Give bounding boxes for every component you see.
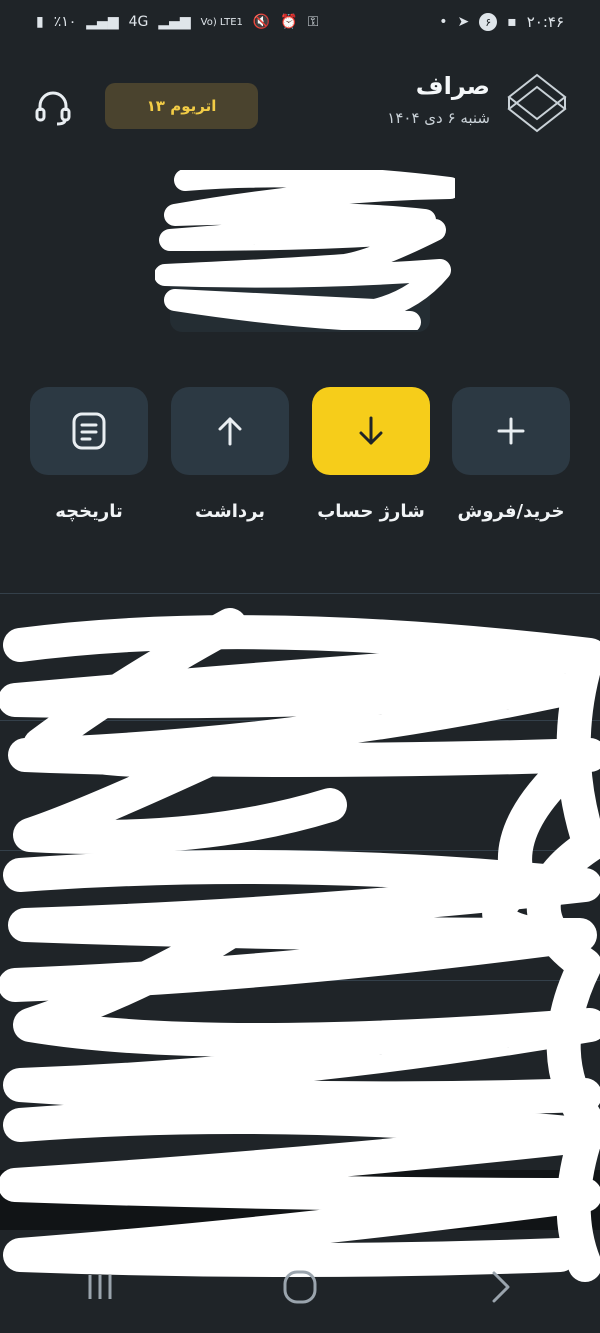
status-bar: ▮ ٪۱۰ ▂▄▆ 4G ▂▄▆ Vo) LTE1 🔇 ⏰ ⚿ • ➤ ۶ ▪ …	[0, 0, 600, 44]
deposit-tile[interactable]	[312, 387, 430, 475]
recent-apps-icon[interactable]	[70, 1257, 130, 1317]
status-left: ▮ ٪۱۰ ▂▄▆ 4G ▂▄▆ Vo) LTE1 🔇 ⏰ ⚿	[36, 14, 318, 30]
system-nav-bar	[0, 1240, 600, 1333]
message-icon: ▪	[507, 14, 517, 30]
support-headset-icon[interactable]	[30, 84, 76, 130]
plus-icon	[497, 417, 525, 445]
buy-sell-button[interactable]: خرید/فروش	[452, 387, 570, 537]
buy-sell-tile[interactable]	[452, 387, 570, 475]
key-icon: ⚿	[307, 14, 319, 30]
section-divider	[0, 593, 600, 594]
brand-logo-icon	[506, 72, 568, 134]
history-tile[interactable]	[30, 387, 148, 475]
brand-name: صراف	[415, 72, 490, 100]
header-date: شنبه ۶ دی ۱۴۰۴	[387, 109, 490, 127]
deposit-button[interactable]: شارژ حساب	[312, 387, 430, 537]
withdraw-label: برداشت	[194, 501, 266, 522]
battery-level: ٪۱۰	[53, 14, 77, 30]
app-bar: ۱۳ اتریوم صراف شنبه ۶ دی ۱۴۰۴	[0, 62, 600, 152]
lte-label: Vo) LTE1	[200, 16, 243, 28]
signal-icon: ▂▄▆	[86, 14, 119, 30]
alarm-icon: ⏰	[280, 14, 298, 30]
signal-icon-2: ▂▄▆	[158, 14, 191, 30]
notification-count: ۶	[479, 13, 498, 31]
telegram-icon: ➤	[457, 14, 470, 30]
eth-balance-label: ۱۳ اتریوم	[146, 97, 217, 115]
status-right: • ➤ ۶ ▪ ۲۰:۴۶	[439, 13, 564, 31]
withdraw-tile[interactable]	[171, 387, 289, 475]
home-icon[interactable]	[270, 1257, 330, 1317]
redaction-scribble-top	[155, 170, 455, 330]
withdraw-button[interactable]: برداشت	[171, 387, 289, 537]
history-label: تاریخچه	[55, 501, 123, 522]
battery-icon: ▮	[36, 14, 44, 30]
document-icon	[72, 412, 106, 450]
buy-sell-label: خرید/فروش	[457, 501, 565, 522]
back-icon[interactable]	[470, 1257, 530, 1317]
arrow-down-icon	[359, 416, 383, 445]
clock: ۲۰:۴۶	[526, 13, 564, 31]
eth-balance-badge[interactable]: ۱۳ اتریوم	[105, 83, 258, 129]
redaction-scribble-bottom	[0, 608, 600, 1282]
arrow-up-icon	[218, 417, 242, 446]
quick-actions: خرید/فروش شارژ حساب برداشت تاریخچه	[30, 387, 570, 537]
history-button[interactable]: تاریخچه	[30, 387, 148, 537]
deposit-label: شارژ حساب	[317, 501, 425, 522]
network-type: 4G	[128, 14, 149, 30]
dot-icon: •	[439, 14, 448, 30]
mute-icon: 🔇	[252, 14, 271, 30]
